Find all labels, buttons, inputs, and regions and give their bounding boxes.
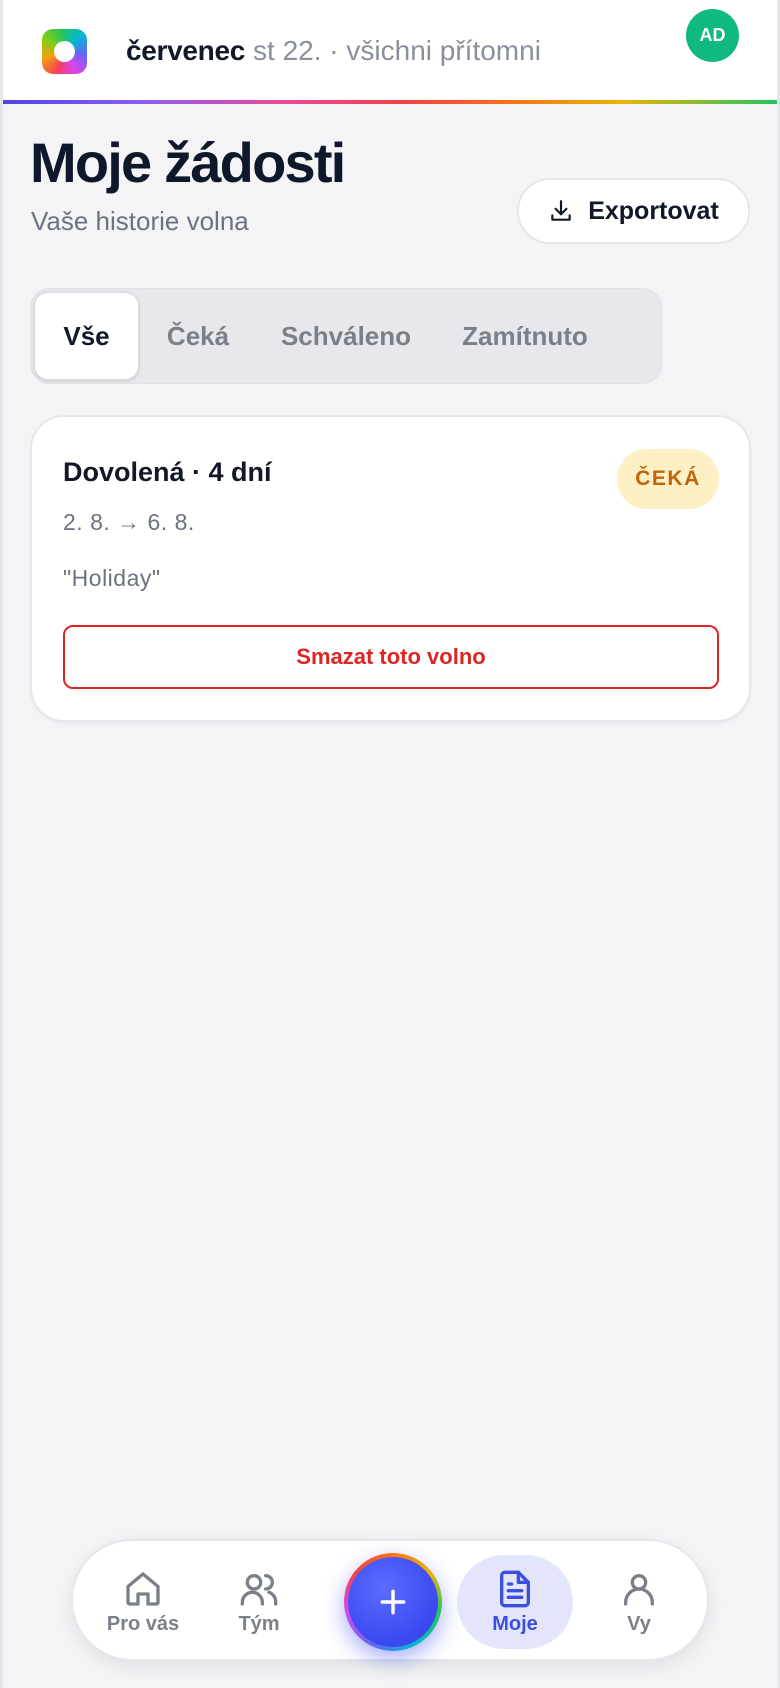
- user-icon: [624, 1573, 654, 1606]
- plus-icon: [380, 1589, 406, 1615]
- nav-label-team: Tým: [238, 1612, 280, 1635]
- bottom-navigation: Pro vás Tým Moje Vy: [71, 1539, 709, 1661]
- request-card: Dovolená · 4 dní ČEKÁ 2. 8. → 6. 8. "Hol…: [30, 415, 751, 722]
- tab-pending[interactable]: Čeká: [139, 292, 257, 380]
- download-icon: [551, 200, 571, 221]
- home-icon: [126, 1571, 160, 1606]
- nav-item-team[interactable]: Tým: [201, 1555, 317, 1649]
- header-day-status: st 22. · všichni přítomni: [253, 35, 541, 66]
- request-dates: 2. 8. → 6. 8.: [63, 509, 195, 535]
- header-date-line: červenec st 22. · všichni přítomni: [126, 34, 541, 68]
- device-frame: [0, 0, 780, 1688]
- page-subtitle: Vaše historie volna: [31, 206, 249, 236]
- export-button[interactable]: Exportovat: [517, 178, 750, 244]
- delete-request-button[interactable]: Smazat toto volno: [63, 625, 719, 689]
- nav-item-you[interactable]: Vy: [581, 1555, 697, 1649]
- tab-all[interactable]: Vše: [34, 292, 139, 380]
- nav-label-you: Vy: [627, 1612, 651, 1635]
- add-request-button[interactable]: [344, 1553, 442, 1651]
- nav-label-for-you: Pro vás: [106, 1612, 180, 1635]
- avatar[interactable]: AD: [686, 9, 739, 62]
- request-note: "Holiday": [63, 565, 161, 591]
- status-filter-tabs: Vše Čeká Schváleno Zamítnuto: [30, 288, 662, 384]
- header-rainbow-divider: [3, 100, 777, 104]
- status-badge: ČEKÁ: [617, 449, 719, 509]
- app-header: červenec st 22. · všichni přítomni AD: [0, 0, 780, 104]
- request-title: Dovolená · 4 dní: [63, 457, 272, 487]
- nav-item-for-you[interactable]: Pro vás: [85, 1555, 201, 1649]
- nav-label-mine: Moje: [492, 1612, 538, 1635]
- header-month: červenec: [126, 35, 246, 66]
- tab-approved[interactable]: Schváleno: [257, 292, 435, 380]
- nav-item-mine[interactable]: Moje: [457, 1555, 573, 1649]
- document-icon: [500, 1570, 530, 1607]
- export-button-label: Exportovat: [588, 196, 719, 225]
- app-logo[interactable]: [42, 29, 87, 74]
- tab-rejected[interactable]: Zamítnuto: [435, 292, 615, 380]
- team-icon: [240, 1573, 278, 1606]
- page-title: Moje žádosti: [30, 131, 346, 194]
